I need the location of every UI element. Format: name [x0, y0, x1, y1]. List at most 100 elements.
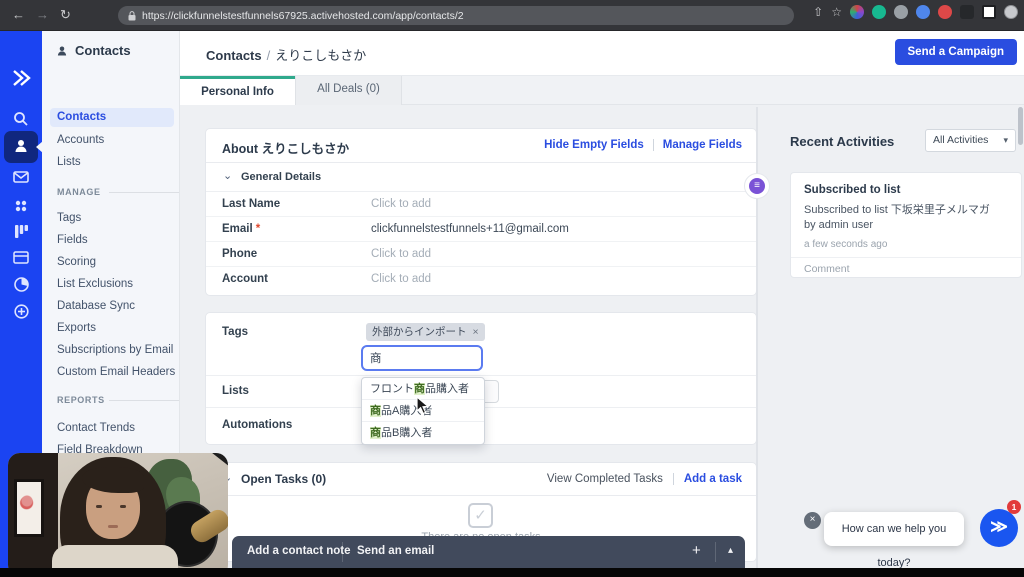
browser-chrome: ← → ↻ https://clickfunnelstestfunnels679…: [0, 0, 1024, 31]
tag-remove-icon[interactable]: ×: [473, 326, 479, 338]
tag-option-product-b[interactable]: 商品B購入者: [362, 422, 484, 444]
automations-label: Automations: [222, 419, 292, 431]
tags-label: Tags: [222, 326, 248, 338]
list-icon: ≡: [749, 178, 765, 194]
send-campaign-button[interactable]: Send a Campaign: [895, 39, 1018, 65]
email-envelope-icon[interactable]: [0, 171, 42, 183]
webcam-person-mouth: [108, 525, 118, 528]
sidebar-item-exports[interactable]: Exports: [50, 319, 174, 338]
extension-gray-icon[interactable]: [894, 5, 908, 19]
caret-down-icon: ▾: [1003, 130, 1008, 151]
activity-card: Subscribed to list Subscribed to list 下坂…: [790, 172, 1022, 278]
tab-personal-info[interactable]: Personal Info: [180, 76, 295, 105]
add-task-link[interactable]: Add a task: [684, 473, 742, 485]
opt-match: 商: [370, 405, 381, 417]
search-icon[interactable]: [0, 111, 42, 127]
extension-colorwheel-icon[interactable]: [850, 5, 864, 19]
account-value[interactable]: Click to add: [371, 273, 431, 285]
chat-logo-icon: ≫: [990, 517, 1008, 536]
note-bar-collapse-icon[interactable]: ▴: [728, 545, 733, 556]
about-title: About えりこしもさか: [222, 138, 349, 157]
contacts-person-icon[interactable]: [0, 138, 42, 154]
about-card-header: About えりこしもさか Hide Empty Fields Manage F…: [206, 129, 756, 163]
lists-label: Lists: [222, 385, 249, 397]
share-icon[interactable]: ⇧: [813, 5, 823, 19]
reports-pie-icon[interactable]: [0, 277, 42, 292]
sidebar-item-tags[interactable]: Tags: [50, 209, 174, 228]
sidebar-item-scoring[interactable]: Scoring: [50, 253, 174, 272]
opt-pre: フロント: [370, 383, 414, 395]
tag-search-input[interactable]: [361, 345, 483, 371]
extension-green-icon[interactable]: [872, 5, 886, 19]
sidebar-item-accounts[interactable]: Accounts: [50, 131, 174, 150]
lock-icon: [128, 11, 136, 21]
sidebar-item-contacts[interactable]: Contacts: [50, 108, 174, 127]
browser-reload-icon[interactable]: ↻: [60, 7, 71, 23]
hide-empty-fields-link[interactable]: Hide Empty Fields: [544, 139, 644, 151]
webcam-person-eye: [120, 505, 126, 508]
extension-blue-icon[interactable]: [916, 5, 930, 19]
activity-timestamp: a few seconds ago: [804, 239, 887, 250]
sidebar-item-fields[interactable]: Fields: [50, 231, 174, 250]
sidebar-header-label: Contacts: [75, 43, 131, 58]
scrollbar-thumb[interactable]: [1018, 107, 1023, 145]
tab-all-deals[interactable]: All Deals (0): [295, 76, 402, 105]
note-bar-divider: [715, 542, 716, 562]
browser-profile-avatar[interactable]: [1004, 5, 1018, 19]
page-header: Contacts/えりこしもさか Send a Campaign: [180, 31, 1024, 76]
activities-filter-dropdown[interactable]: All Activities ▾: [925, 129, 1016, 152]
phone-value[interactable]: Click to add: [371, 248, 431, 260]
breadcrumb: Contacts/えりこしもさか: [206, 45, 366, 64]
send-email-button[interactable]: Send an email: [357, 545, 434, 557]
note-bar-plus-icon[interactable]: +: [692, 542, 701, 559]
extensions-pin-icon[interactable]: [960, 5, 974, 19]
field-row-phone: Phone Click to add: [206, 242, 756, 267]
activecampaign-logo-icon[interactable]: [0, 69, 42, 87]
sidebar-item-subscriptions-by-email[interactable]: Subscriptions by Email: [50, 341, 174, 360]
campaigns-card-icon[interactable]: [0, 251, 42, 264]
video-letterbox: [0, 568, 1024, 577]
sidebar-item-database-sync[interactable]: Database Sync: [50, 297, 174, 316]
general-details-label: General Details: [241, 171, 321, 183]
address-bar[interactable]: https://clickfunnelstestfunnels67925.act…: [118, 6, 794, 25]
extension-red-icon[interactable]: [938, 5, 952, 19]
sidebar-item-custom-email-headers[interactable]: Custom Email Headers: [50, 363, 174, 382]
bookmark-star-icon[interactable]: ☆: [831, 5, 842, 19]
app-screenshot: ← → ↻ https://clickfunnelstestfunnels679…: [0, 0, 1024, 577]
chat-close-icon[interactable]: ×: [804, 512, 821, 529]
opt-match: 商: [370, 427, 381, 439]
webcam-person-eye: [96, 505, 102, 508]
browser-forward-icon[interactable]: →: [36, 7, 49, 23]
add-contact-note-button[interactable]: Add a contact note: [247, 545, 351, 557]
recent-activities-title: Recent Activities: [790, 134, 894, 149]
webcam-overlay: [8, 453, 228, 577]
note-bar-divider: [342, 542, 343, 562]
sidebar-item-list-exclusions[interactable]: List Exclusions: [50, 275, 174, 294]
webcam-artwork-detail: [20, 493, 34, 509]
sidebar-item-contact-trends[interactable]: Contact Trends: [50, 419, 174, 438]
activity-divider: [791, 257, 1021, 258]
chat-notification-badge: 1: [1007, 500, 1021, 514]
link-divider: [653, 139, 654, 151]
sidebar-item-lists[interactable]: Lists: [50, 153, 174, 172]
window-icon[interactable]: [982, 5, 996, 19]
phone-label: Phone: [222, 248, 257, 260]
tag-chip[interactable]: 外部からインポート×: [366, 323, 485, 341]
activity-comment-field[interactable]: Comment: [804, 263, 850, 275]
view-completed-tasks-link[interactable]: View Completed Tasks: [547, 473, 663, 485]
chat-message-bubble[interactable]: How can we help you today?: [824, 512, 964, 546]
breadcrumb-contacts[interactable]: Contacts: [206, 48, 262, 63]
url-text: https://clickfunnelstestfunnels67925.act…: [142, 10, 464, 22]
kanban-deals-icon[interactable]: [0, 224, 42, 239]
opt-post: 品B購入者: [381, 427, 432, 439]
browser-back-icon[interactable]: ←: [12, 7, 25, 23]
general-details-row[interactable]: ⌄ General Details: [206, 163, 756, 192]
add-plus-icon[interactable]: [0, 304, 42, 319]
chat-launcher-button[interactable]: ≫: [980, 509, 1018, 547]
last-name-value[interactable]: Click to add: [371, 198, 431, 210]
tags-row: Tags 外部からインポート×: [206, 313, 756, 376]
activities-filter-value: All Activities: [933, 134, 988, 146]
site-tracking-icon[interactable]: [0, 198, 42, 214]
email-value[interactable]: clickfunnelstestfunnels+11@gmail.com: [371, 223, 569, 235]
manage-fields-link[interactable]: Manage Fields: [663, 139, 742, 151]
